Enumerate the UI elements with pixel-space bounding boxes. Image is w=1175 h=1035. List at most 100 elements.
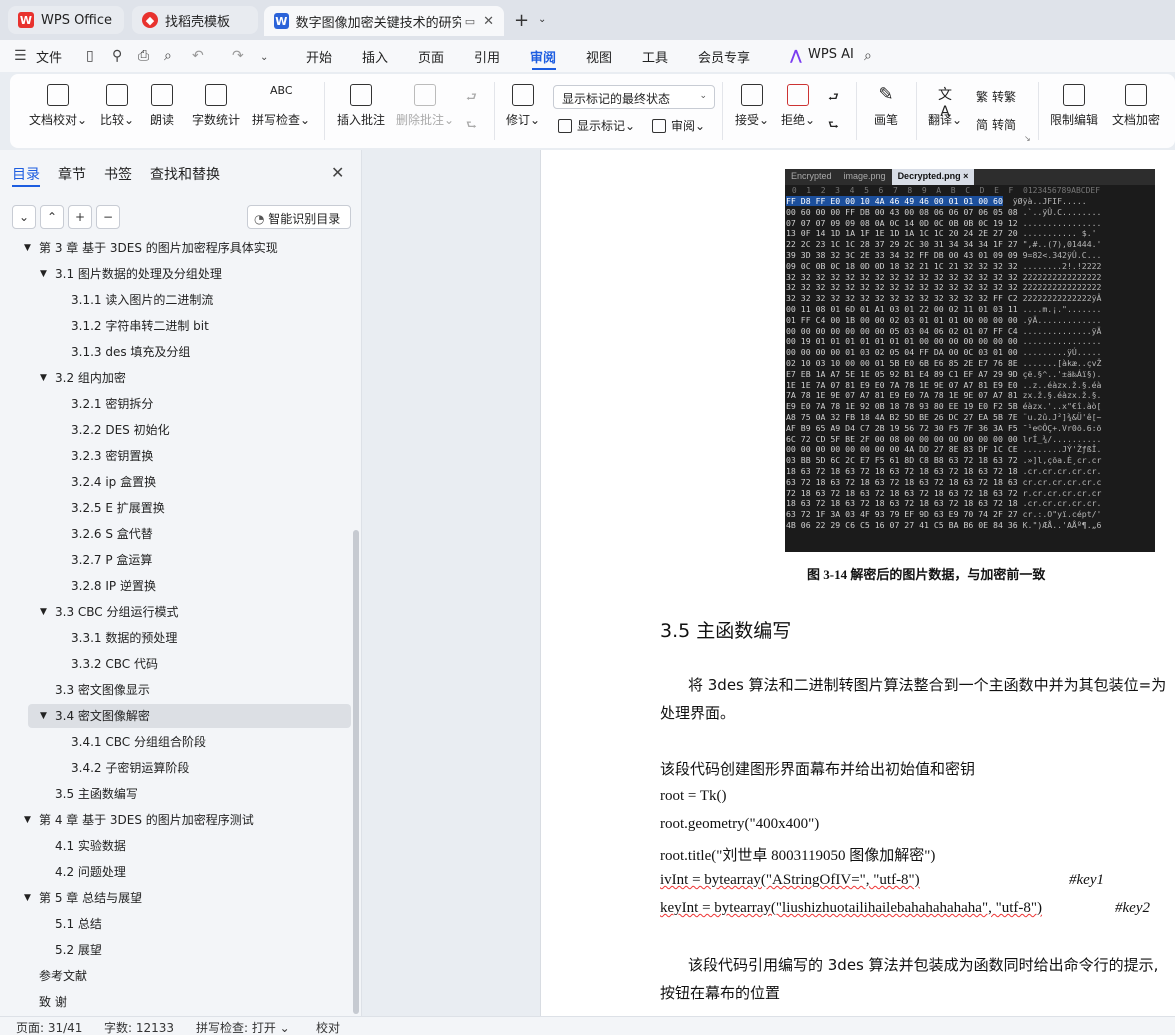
chevron-down-icon[interactable]: ⌄: [260, 52, 268, 63]
doc-encrypt-button[interactable]: 文档加密: [1108, 80, 1164, 128]
expand-corner-icon[interactable]: ↘: [1024, 134, 1031, 143]
next-comment-icon[interactable]: ⮑: [466, 116, 477, 137]
to-traditional-button[interactable]: 繁转繁: [976, 88, 1016, 105]
status-spell-check[interactable]: 拼写检查: 打开 ⌄: [196, 1019, 290, 1035]
toc-expand-icon[interactable]: ▼: [24, 238, 31, 260]
toc-item[interactable]: 5.2 展望: [55, 938, 102, 962]
print-preview-icon[interactable]: ⌕: [164, 48, 172, 64]
reject-button[interactable]: 拒绝⌄: [778, 80, 818, 128]
tab-docer[interactable]: ◆ 找稻壳模板: [132, 6, 258, 34]
toc-item[interactable]: 3.2 组内加密: [55, 366, 126, 390]
save-icon[interactable]: ▯: [86, 48, 94, 64]
chevron-down-icon[interactable]: ⌄: [538, 14, 546, 25]
toc-item[interactable]: 4.2 问题处理: [55, 860, 126, 884]
toc-item[interactable]: 3.2.8 IP 逆置换: [71, 574, 156, 598]
toc-item[interactable]: 3.4.2 子密钥运算阶段: [71, 756, 189, 780]
toc-item[interactable]: 3.3.1 数据的预处理: [71, 626, 177, 650]
toc-expand-icon[interactable]: ▼: [24, 886, 31, 910]
menu-member[interactable]: 会员专享: [698, 47, 750, 66]
toc-item[interactable]: 3.5 主函数编写: [55, 782, 138, 806]
status-word-count[interactable]: 字数: 12133: [104, 1019, 174, 1035]
menu-tools[interactable]: 工具: [642, 47, 668, 66]
window-icon[interactable]: ▭: [465, 15, 475, 28]
toc-item[interactable]: 3.3 CBC 分组运行模式: [55, 600, 179, 624]
toc-item[interactable]: 3.4 密文图像解密: [55, 704, 150, 728]
status-proof[interactable]: 校对: [316, 1019, 340, 1035]
revise-button[interactable]: 修订⌄: [504, 80, 542, 128]
next-change-icon[interactable]: ⮑: [828, 116, 839, 137]
prev-comment-icon[interactable]: ⮐: [466, 88, 477, 109]
read-aloud-button[interactable]: 朗读: [144, 80, 180, 128]
toc-expand-icon[interactable]: ▼: [24, 808, 31, 832]
toc-scrollbar[interactable]: [353, 530, 359, 1014]
add-toc-button[interactable]: +: [68, 205, 92, 229]
toc-item[interactable]: 参考文献: [39, 964, 87, 988]
toc-expand-icon[interactable]: ▼: [40, 366, 47, 390]
prev-change-icon[interactable]: ⮐: [828, 88, 839, 109]
toc-item[interactable]: 3.2.6 S 盒代替: [71, 522, 153, 546]
close-tab-icon[interactable]: ✕: [483, 14, 494, 29]
delete-comment-button[interactable]: 删除批注⌄: [394, 80, 456, 128]
print-icon[interactable]: ⎙: [138, 48, 149, 64]
tab-document[interactable]: W 数字图像加密关键技术的研究... ▭ ✕: [264, 6, 504, 36]
toc-item[interactable]: 4.1 实验数据: [55, 834, 126, 858]
undo-icon[interactable]: ↶: [192, 48, 204, 64]
new-tab-icon[interactable]: +: [514, 10, 529, 31]
menu-wps-ai[interactable]: WPS AI: [808, 47, 854, 62]
toc-item[interactable]: 3.2.5 E 扩展置换: [71, 496, 165, 520]
show-markup-button[interactable]: 显示标记 ⌄: [558, 117, 635, 134]
share-icon[interactable]: ⚲: [112, 48, 122, 64]
markup-state-select[interactable]: 显示标记的最终状态 ⌄: [553, 85, 715, 109]
close-panel-icon[interactable]: ✕: [331, 163, 344, 182]
toc-item[interactable]: 3.2.1 密钥拆分: [71, 392, 153, 416]
toc-item[interactable]: 致 谢: [39, 990, 67, 1014]
toc-item[interactable]: 3.1.1 读入图片的二进制流: [71, 288, 213, 312]
toc-item[interactable]: 3.2.2 DES 初始化: [71, 418, 170, 442]
status-page[interactable]: 页面: 31/41: [16, 1019, 82, 1035]
toc-expand-icon[interactable]: ▼: [40, 600, 47, 624]
accept-button[interactable]: 接受⌄: [732, 80, 772, 128]
toc-item[interactable]: 3.3 密文图像显示: [55, 678, 150, 702]
toc-item[interactable]: 3.1.3 des 填充及分组: [71, 340, 190, 364]
translate-button[interactable]: 文A 翻译⌄: [924, 80, 966, 128]
review-pane-button[interactable]: 审阅 ⌄: [652, 117, 705, 134]
toc-item[interactable]: 3.4.1 CBC 分组组合阶段: [71, 730, 206, 754]
doc-proof-button[interactable]: 文档校对⌄: [28, 80, 88, 128]
document-page[interactable]: Encrypted image.png Decrypted.png × 0 1 …: [540, 150, 1175, 1016]
toc-item[interactable]: 3.2.7 P 盒运算: [71, 548, 152, 572]
expand-up-button[interactable]: ⌃: [40, 205, 64, 229]
menu-reference[interactable]: 引用: [474, 47, 500, 66]
menu-review[interactable]: 审阅: [530, 47, 556, 66]
toc-item[interactable]: 第 4 章 基于 3DES 的图片加密程序测试: [39, 808, 254, 832]
menu-home[interactable]: 开始: [306, 47, 332, 66]
toc-expand-icon[interactable]: ▼: [40, 262, 47, 286]
menu-view[interactable]: 视图: [586, 47, 612, 66]
hamburger-icon[interactable]: ☰: [14, 48, 27, 64]
collapse-all-button[interactable]: ⌄: [12, 205, 36, 229]
toc-item[interactable]: 3.2.4 ip 盒置换: [71, 470, 156, 494]
menu-file[interactable]: 文件: [36, 47, 62, 66]
to-simplified-button[interactable]: 简转简: [976, 116, 1016, 133]
compare-button[interactable]: 比较⌄: [96, 80, 138, 128]
toc-item[interactable]: 第 5 章 总结与展望: [39, 886, 142, 910]
smart-toc-button[interactable]: ◔ 智能识别目录: [247, 205, 351, 229]
nav-tab-sections[interactable]: 章节: [58, 164, 86, 184]
nav-tab-toc[interactable]: 目录: [12, 164, 40, 184]
toc-item[interactable]: 第 3 章 基于 3DES 的图片加密程序具体实现: [39, 238, 278, 260]
toc-item[interactable]: 3.2.3 密钥置换: [71, 444, 153, 468]
restrict-edit-button[interactable]: 限制编辑: [1046, 80, 1102, 128]
menu-page[interactable]: 页面: [418, 47, 444, 66]
tab-wps-office[interactable]: W WPS Office: [8, 6, 124, 34]
toc-item[interactable]: 5.1 总结: [55, 912, 102, 936]
toc-item[interactable]: 3.3.2 CBC 代码: [71, 652, 158, 676]
pen-button[interactable]: ✎ 画笔: [868, 80, 904, 128]
nav-tab-find-replace[interactable]: 查找和替换: [150, 164, 220, 184]
toc-item[interactable]: 3.1 图片数据的处理及分组处理: [55, 262, 222, 286]
nav-tab-bookmarks[interactable]: 书签: [104, 164, 132, 184]
spell-check-button[interactable]: ABC 拼写检查⌄: [250, 80, 312, 128]
search-icon[interactable]: ⌕: [864, 48, 872, 64]
insert-comment-button[interactable]: 插入批注: [334, 80, 388, 128]
word-count-button[interactable]: 字数统计: [188, 80, 244, 128]
menu-insert[interactable]: 插入: [362, 47, 388, 66]
toc-item[interactable]: 3.1.2 字符串转二进制 bit: [71, 314, 209, 338]
